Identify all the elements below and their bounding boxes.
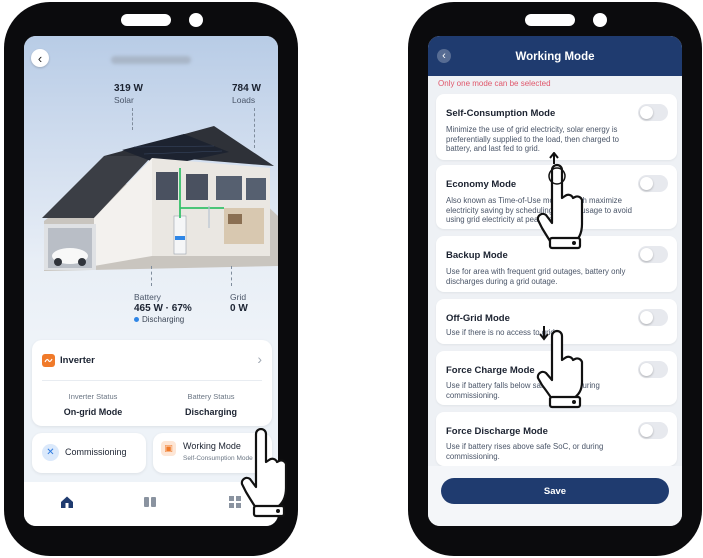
battery-flow-line bbox=[151, 266, 152, 286]
working-mode-screen: ‹ Working Mode Only one mode can be sele… bbox=[428, 36, 682, 526]
camera-dot bbox=[593, 13, 607, 27]
mode-toggle[interactable] bbox=[638, 104, 668, 121]
solar-label: Solar bbox=[114, 95, 134, 105]
mode-toggle[interactable] bbox=[638, 422, 668, 439]
battery-stat: Battery 465 W · 67% Discharging bbox=[134, 292, 192, 324]
save-bar: Save bbox=[428, 466, 682, 526]
inverter-icon bbox=[42, 354, 55, 367]
commissioning-label: Commissioning bbox=[65, 447, 127, 457]
battery-status-label: Battery Status bbox=[187, 392, 235, 401]
grid-value: 0 W bbox=[230, 303, 248, 314]
loads-label: Loads bbox=[232, 95, 256, 105]
inverter-title: Inverter bbox=[60, 355, 95, 366]
solar-stat: 319 W Solar bbox=[114, 83, 143, 105]
mode-desc: Use if battery rises above safe SoC, or … bbox=[446, 442, 604, 461]
battery-value: 465 W · 67% bbox=[134, 303, 192, 314]
mode-desc: Minimize the use of grid electricity, so… bbox=[446, 125, 619, 153]
inverter-card[interactable]: Inverter › Inverter Status On-grid Mode … bbox=[32, 340, 272, 426]
devices-icon[interactable] bbox=[142, 494, 158, 510]
inverter-status-value: On-grid Mode bbox=[63, 407, 123, 417]
loads-stat: 784 W Loads bbox=[232, 83, 261, 105]
pointing-hand-icon bbox=[240, 428, 288, 518]
mode-toggle[interactable] bbox=[638, 361, 668, 378]
inverter-status-label: Inverter Status bbox=[68, 392, 118, 401]
header-bar: ‹ Working Mode bbox=[428, 36, 682, 76]
commissioning-tile[interactable]: ✕ Commissioning bbox=[32, 433, 146, 473]
mode-title: Force Charge Mode bbox=[446, 365, 535, 376]
mode-title: Economy Mode bbox=[446, 179, 517, 190]
battery-status-value: Discharging bbox=[184, 407, 237, 417]
battery-status: Discharging bbox=[134, 315, 192, 324]
scroll-down-hand-icon bbox=[536, 326, 584, 409]
solar-value: 319 W bbox=[114, 83, 143, 94]
status-dot-icon bbox=[134, 317, 139, 322]
mode-toggle[interactable] bbox=[638, 246, 668, 263]
battery-status-text: Discharging bbox=[142, 315, 185, 324]
working-mode-label: Working Mode bbox=[183, 441, 241, 451]
battery-label: Battery bbox=[134, 292, 161, 302]
speaker-notch bbox=[121, 14, 171, 26]
mode-toggle[interactable] bbox=[638, 309, 668, 326]
mode-desc: Use for area with frequent grid outages,… bbox=[446, 267, 626, 286]
grid-stat: Grid 0 W bbox=[230, 292, 248, 314]
right-phone: ‹ Working Mode Only one mode can be sele… bbox=[408, 2, 702, 556]
house-illustration bbox=[42, 126, 278, 271]
left-phone: ‹ 319 W Solar 784 W Loads Battery 465 W … bbox=[4, 2, 298, 556]
camera-dot bbox=[189, 13, 203, 27]
page-title: Working Mode bbox=[515, 51, 595, 63]
mode-title: Off-Grid Mode bbox=[446, 313, 510, 324]
inverter-header: Inverter bbox=[42, 354, 95, 367]
chevron-right-icon[interactable]: › bbox=[257, 351, 262, 367]
chevron-left-icon[interactable]: ‹ bbox=[31, 49, 49, 67]
speaker-notch bbox=[525, 14, 575, 26]
mode-card-self-consumption[interactable]: Self-Consumption Mode Minimize the use o… bbox=[436, 94, 677, 160]
mode-title: Backup Mode bbox=[446, 250, 508, 261]
loads-value: 784 W bbox=[232, 83, 261, 94]
grid-label: Grid bbox=[230, 292, 247, 302]
home-icon[interactable] bbox=[59, 494, 75, 510]
mode-icon: ▣ bbox=[161, 441, 176, 456]
battery-status-block: Battery Status Discharging bbox=[156, 392, 266, 417]
mode-card-force-discharge[interactable]: Force Discharge Mode Use if battery rise… bbox=[436, 412, 677, 466]
inverter-status: Inverter Status On-grid Mode bbox=[38, 392, 148, 417]
wrench-icon: ✕ bbox=[42, 444, 59, 461]
divider bbox=[42, 380, 262, 381]
blurred-plant-name bbox=[111, 56, 191, 64]
mode-toggle[interactable] bbox=[638, 175, 668, 192]
mode-title: Self-Consumption Mode bbox=[446, 108, 556, 119]
selection-warning: Only one mode can be selected bbox=[438, 79, 551, 88]
grid-flow-line bbox=[231, 266, 232, 286]
save-button[interactable]: Save bbox=[441, 478, 669, 504]
scroll-up-hand-icon bbox=[536, 152, 584, 250]
mode-title: Force Discharge Mode bbox=[446, 426, 548, 437]
